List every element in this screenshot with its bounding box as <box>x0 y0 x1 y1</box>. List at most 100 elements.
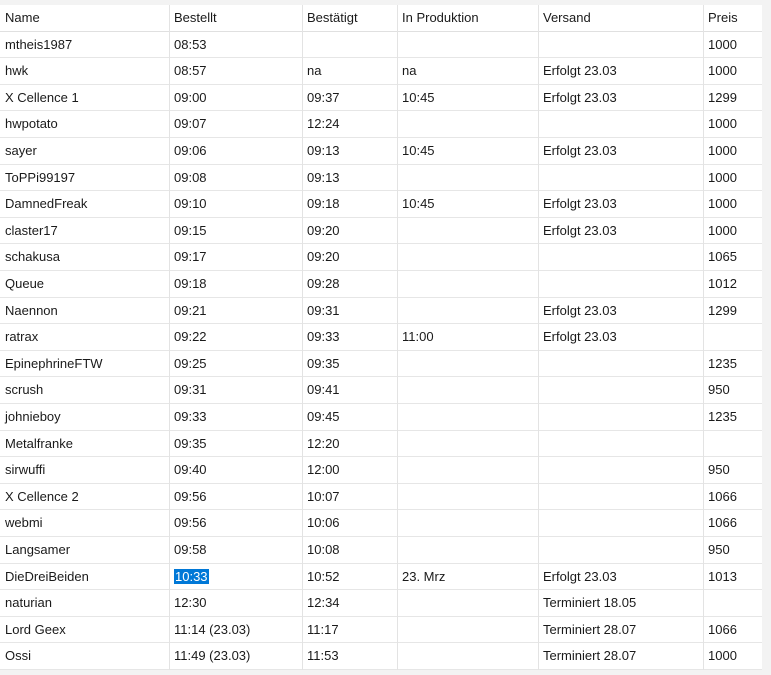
cell-in-produktion[interactable]: 11:00 <box>397 324 538 350</box>
cell-bestaetigt[interactable]: 09:41 <box>302 377 397 403</box>
cell-bestellt[interactable]: 09:08 <box>169 165 302 191</box>
cell-in-produktion[interactable] <box>397 218 538 244</box>
cell-bestaetigt[interactable]: 09:33 <box>302 324 397 350</box>
cell-name[interactable]: Naennon <box>0 298 169 324</box>
cell-bestellt[interactable]: 09:56 <box>169 510 302 536</box>
cell-preis[interactable]: 1000 <box>703 111 762 137</box>
cell-bestellt[interactable]: 09:40 <box>169 457 302 483</box>
cell-bestaetigt[interactable]: 11:53 <box>302 643 397 669</box>
cell-bestaetigt[interactable]: 12:34 <box>302 590 397 616</box>
cell-bestellt[interactable]: 09:25 <box>169 351 302 377</box>
cell-in-produktion[interactable]: 10:45 <box>397 138 538 164</box>
cell-bestellt[interactable]: 12:30 <box>169 590 302 616</box>
cell-versand[interactable]: Erfolgt 23.03 <box>538 138 703 164</box>
cell-preis[interactable] <box>703 324 762 350</box>
cell-in-produktion[interactable] <box>397 617 538 643</box>
cell-name[interactable]: Ossi <box>0 643 169 669</box>
cell-bestellt[interactable]: 09:56 <box>169 484 302 510</box>
cell-name[interactable]: sayer <box>0 138 169 164</box>
cell-versand[interactable] <box>538 271 703 297</box>
cell-in-produktion[interactable] <box>397 111 538 137</box>
cell-versand[interactable] <box>538 351 703 377</box>
cell-bestellt[interactable]: 09:33 <box>169 404 302 430</box>
column-header-bestellt[interactable]: Bestellt <box>169 5 302 31</box>
cell-preis[interactable]: 1299 <box>703 85 762 111</box>
cell-in-produktion[interactable] <box>397 298 538 324</box>
cell-versand[interactable] <box>538 431 703 457</box>
cell-preis[interactable]: 1299 <box>703 298 762 324</box>
cell-bestaetigt[interactable]: 09:45 <box>302 404 397 430</box>
cell-versand[interactable] <box>538 165 703 191</box>
cell-bestellt[interactable]: 09:17 <box>169 244 302 270</box>
column-header-in-produktion[interactable]: In Produktion <box>397 5 538 31</box>
cell-bestaetigt[interactable]: 09:13 <box>302 165 397 191</box>
cell-bestellt[interactable]: 09:31 <box>169 377 302 403</box>
column-header-name[interactable]: Name <box>0 5 169 31</box>
cell-name[interactable]: hwpotato <box>0 111 169 137</box>
cell-versand[interactable]: Erfolgt 23.03 <box>538 564 703 590</box>
cell-in-produktion[interactable] <box>397 377 538 403</box>
cell-bestaetigt[interactable]: 09:35 <box>302 351 397 377</box>
cell-versand[interactable]: Erfolgt 23.03 <box>538 324 703 350</box>
cell-versand[interactable] <box>538 111 703 137</box>
cell-bestellt[interactable]: 09:07 <box>169 111 302 137</box>
cell-bestaetigt[interactable]: 12:00 <box>302 457 397 483</box>
cell-bestaetigt[interactable]: 10:07 <box>302 484 397 510</box>
cell-name[interactable]: Queue <box>0 271 169 297</box>
cell-preis[interactable]: 1000 <box>703 138 762 164</box>
cell-name[interactable]: naturian <box>0 590 169 616</box>
cell-name[interactable]: sirwuffi <box>0 457 169 483</box>
column-header-preis[interactable]: Preis <box>703 5 762 31</box>
cell-preis[interactable]: 1000 <box>703 643 762 669</box>
cell-bestellt[interactable]: 09:35 <box>169 431 302 457</box>
cell-bestaetigt[interactable]: na <box>302 58 397 84</box>
cell-preis[interactable]: 1066 <box>703 617 762 643</box>
cell-bestellt[interactable]: 09:22 <box>169 324 302 350</box>
cell-bestaetigt[interactable]: 10:52 <box>302 564 397 590</box>
cell-name[interactable]: EpinephrineFTW <box>0 351 169 377</box>
cell-name[interactable]: DieDreiBeiden <box>0 564 169 590</box>
cell-preis[interactable]: 1000 <box>703 165 762 191</box>
cell-in-produktion[interactable]: 10:45 <box>397 191 538 217</box>
cell-versand[interactable] <box>538 537 703 563</box>
cell-preis[interactable]: 1012 <box>703 271 762 297</box>
cell-name[interactable]: ToPPi99197 <box>0 165 169 191</box>
cell-in-produktion[interactable] <box>397 510 538 536</box>
cell-bestellt[interactable]: 09:15 <box>169 218 302 244</box>
cell-in-produktion[interactable] <box>397 404 538 430</box>
cell-bestaetigt[interactable]: 09:20 <box>302 244 397 270</box>
cell-bestaetigt[interactable]: 12:20 <box>302 431 397 457</box>
cell-bestaetigt[interactable]: 10:06 <box>302 510 397 536</box>
cell-name[interactable]: DamnedFreak <box>0 191 169 217</box>
cell-bestellt[interactable]: 09:06 <box>169 138 302 164</box>
cell-name[interactable]: mtheis1987 <box>0 32 169 58</box>
cell-preis[interactable]: 950 <box>703 537 762 563</box>
cell-bestaetigt[interactable]: 09:31 <box>302 298 397 324</box>
cell-in-produktion[interactable] <box>397 165 538 191</box>
cell-bestellt[interactable]: 09:58 <box>169 537 302 563</box>
cell-bestellt[interactable]: 08:53 <box>169 32 302 58</box>
cell-versand[interactable]: Erfolgt 23.03 <box>538 58 703 84</box>
cell-name[interactable]: ratrax <box>0 324 169 350</box>
cell-versand[interactable]: Erfolgt 23.03 <box>538 191 703 217</box>
cell-bestaetigt[interactable]: 09:13 <box>302 138 397 164</box>
cell-preis[interactable]: 1000 <box>703 58 762 84</box>
cell-bestaetigt[interactable] <box>302 32 397 58</box>
cell-bestellt[interactable]: 09:21 <box>169 298 302 324</box>
cell-name[interactable]: johnieboy <box>0 404 169 430</box>
cell-preis[interactable]: 1066 <box>703 510 762 536</box>
cell-versand[interactable]: Terminiert 28.07 <box>538 617 703 643</box>
cell-versand[interactable]: Erfolgt 23.03 <box>538 218 703 244</box>
cell-bestaetigt[interactable]: 09:20 <box>302 218 397 244</box>
cell-name[interactable]: X Cellence 1 <box>0 85 169 111</box>
cell-in-produktion[interactable] <box>397 431 538 457</box>
cell-preis[interactable]: 950 <box>703 377 762 403</box>
cell-versand[interactable]: Erfolgt 23.03 <box>538 298 703 324</box>
cell-bestaetigt[interactable]: 10:08 <box>302 537 397 563</box>
cell-name[interactable]: X Cellence 2 <box>0 484 169 510</box>
cell-name[interactable]: Metalfranke <box>0 431 169 457</box>
cell-name[interactable]: hwk <box>0 58 169 84</box>
cell-bestellt[interactable]: 08:57 <box>169 58 302 84</box>
cell-preis[interactable]: 950 <box>703 457 762 483</box>
cell-versand[interactable]: Terminiert 18.05 <box>538 590 703 616</box>
